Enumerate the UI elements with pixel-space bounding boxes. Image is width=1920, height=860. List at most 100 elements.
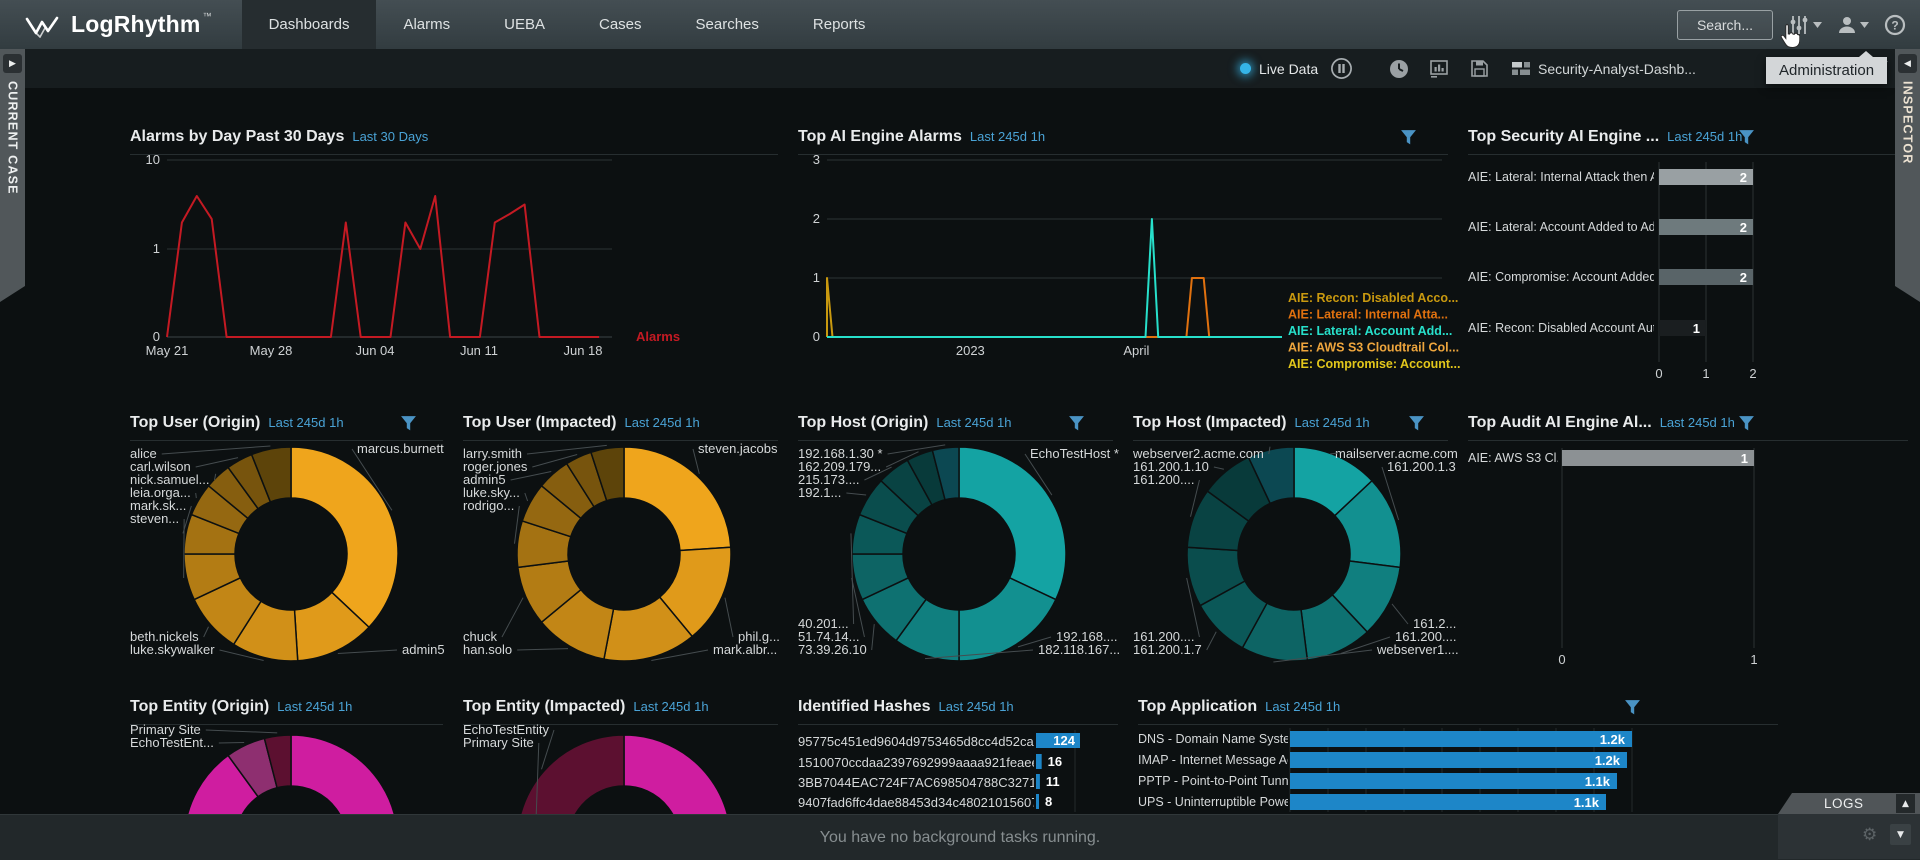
expand-current-case-icon[interactable]: ▶ [3, 54, 22, 73]
bar-category-label: AIE: Lateral: Account Added to Admi... [1468, 220, 1654, 234]
chart-top-host-origin: 192.168.1.30 *162.209.179...215.173....1… [790, 408, 1125, 668]
search-button[interactable]: Search... [1677, 10, 1773, 40]
x-axis-tick: Jun 18 [563, 343, 602, 358]
x-axis-tick: Jun 11 [460, 343, 498, 358]
panel-timerange: Last 245d 1h [268, 415, 343, 430]
bar-value: 2 [1659, 220, 1747, 235]
panel-title: Top AI Engine Alarms [798, 128, 962, 145]
donut-callout-label: steven... [130, 511, 179, 526]
panel-title: Top Audit AI Engine Al... [1468, 414, 1652, 431]
aie-line-series[interactable] [827, 278, 1282, 337]
save-icon [1469, 58, 1490, 79]
panel-top-host-origin: Top Host (Origin)Last 245d 1h 192.168.1.… [790, 408, 1125, 668]
panel-timerange: Last 245d 1h [625, 415, 700, 430]
donut-slice[interactable] [291, 447, 398, 627]
legend-entry[interactable]: AIE: Lateral: Internal Atta... [1288, 308, 1448, 322]
nav-tab-dashboards[interactable]: Dashboards [242, 0, 377, 49]
help-icon[interactable]: ? [1884, 14, 1906, 36]
filter-icon[interactable] [1738, 415, 1755, 432]
donut-callout-label: 182.118.167... [1038, 642, 1120, 657]
callout-line [525, 493, 528, 501]
save-dashboard-button[interactable] [1469, 49, 1490, 88]
alarms-line-series[interactable] [167, 196, 599, 337]
filter-icon[interactable] [1738, 129, 1755, 146]
filter-icon[interactable] [1400, 129, 1417, 146]
panel-timerange: Last 245d 1h [277, 699, 352, 714]
pause-button[interactable] [1330, 49, 1353, 88]
bar-value: 1.1k [1290, 795, 1599, 810]
logo-trademark: ™ [203, 11, 212, 21]
gear-icon[interactable]: ⚙ [1862, 825, 1877, 845]
bar[interactable] [1036, 794, 1039, 809]
bar[interactable] [1036, 774, 1040, 789]
chart-ai-engine-alarms: 32102023AprilAIE: Recon: Disabled Acco..… [790, 122, 1460, 380]
dashboard-name: Security-Analyst-Dashb... [1538, 61, 1696, 77]
x-axis-tick: 2 [1749, 366, 1756, 380]
panel-timerange: Last 30 Days [352, 129, 428, 144]
filter-icon[interactable] [1068, 415, 1085, 432]
logo-text: LogRhythm [71, 11, 201, 37]
panel-top-user-impacted: Top User (Impacted)Last 245d 1h larry.sm… [455, 408, 790, 668]
bar-category-label: AIE: Recon: Disabled Account Auth Fa... [1468, 321, 1654, 335]
hash-label: 95775c451ed9604d9753465d8cc4d52ca1cb58..… [798, 734, 1034, 749]
nav-tab-cases[interactable]: Cases [572, 0, 669, 49]
dashboard-selector[interactable]: Security-Analyst-Dashb... [1512, 49, 1696, 88]
panel-timerange: Last 245d 1h [1660, 415, 1735, 430]
x-axis-tick: April [1123, 343, 1149, 358]
inspector-rail[interactable]: ◀ INSPECTOR [1895, 49, 1920, 302]
bar-category-label: PPTP - Point-to-Point Tunneling Pr... [1138, 774, 1288, 788]
x-axis-tick: 1 [1702, 366, 1709, 380]
nav-tab-alarms[interactable]: Alarms [376, 0, 477, 49]
callout-line [725, 598, 733, 637]
nav-tab-reports[interactable]: Reports [786, 0, 893, 49]
bar[interactable] [1036, 754, 1042, 769]
status-bar: You have no background tasks running. [0, 814, 1920, 860]
chevron-down-icon [1860, 22, 1869, 28]
donut-slice[interactable] [624, 447, 731, 550]
collapse-down-icon[interactable]: ▼ [1890, 824, 1911, 845]
aie-line-series[interactable] [827, 278, 1282, 337]
live-data-toggle[interactable]: Live Data [1240, 49, 1318, 88]
hash-label: 1510070ccdaa2397692999aaaa921feaeedcf0..… [798, 755, 1034, 770]
legend-entry[interactable]: AIE: Compromise: Account... [1288, 357, 1460, 371]
settings-sliders-icon[interactable] [1788, 14, 1822, 36]
expand-inspector-icon[interactable]: ◀ [1898, 54, 1917, 73]
filter-icon[interactable] [400, 415, 417, 432]
panel-top-audit-ai-engine: Top Audit AI Engine Al...Last 245d 1h 01… [1460, 408, 1920, 668]
user-profile-icon[interactable] [1837, 15, 1869, 35]
donut-callout-label: marcus.burnett [357, 441, 444, 456]
y-axis-tick: 1 [813, 270, 820, 285]
bar-value: 1.1k [1290, 774, 1610, 789]
filter-icon[interactable] [1624, 699, 1641, 716]
logs-expand-up-icon[interactable]: ▲ [1896, 794, 1915, 813]
donut-slice[interactable] [959, 447, 1066, 600]
chart-top-host-impacted: webserver2.acme.com161.200.1.10161.200..… [1125, 408, 1460, 668]
callout-line [338, 650, 397, 654]
donut-callout-label: mark.albr... [713, 642, 777, 657]
current-case-rail[interactable]: ▶ CURRENT CASE [0, 49, 25, 302]
bar-value: 8 [1045, 794, 1052, 809]
legend-entry[interactable]: AIE: Recon: Disabled Acco... [1288, 291, 1458, 305]
legend-entry[interactable]: AIE: AWS S3 Cloudtrail Col... [1288, 341, 1459, 355]
pause-icon [1330, 57, 1353, 80]
bar-category-label: DNS - Domain Name System [1138, 732, 1288, 746]
legend-entry[interactable]: AIE: Lateral: Account Add... [1288, 324, 1452, 338]
add-widget-button[interactable] [1428, 49, 1450, 88]
nav-tab-ueba[interactable]: UEBA [477, 0, 572, 49]
panel-timerange: Last 245d 1h [633, 699, 708, 714]
chart-top-user-origin: alicecarl.wilsonnick.samuel...leia.orga.… [122, 408, 455, 668]
current-case-label: CURRENT CASE [6, 81, 20, 195]
y-axis-tick: 10 [146, 152, 160, 167]
top-nav-bar: LogRhythm™ Dashboards Alarms UEBA Cases … [0, 0, 1920, 49]
nav-tab-searches[interactable]: Searches [669, 0, 786, 49]
logrhythm-logo[interactable]: LogRhythm™ [0, 0, 242, 49]
donut-callout-label: admin5 [402, 642, 445, 657]
hash-label: 3BB7044EAC724F7AC698504788C32712 [798, 775, 1034, 790]
chart-alarms-by-day: 1010May 21May 28Jun 04Jun 11Jun 18Alarms [122, 122, 790, 380]
legend-entry[interactable]: Alarms [636, 329, 680, 344]
logs-tab[interactable]: LOGS ▲ [1778, 793, 1920, 814]
callout-line [196, 493, 197, 498]
person-icon [1837, 15, 1857, 35]
filter-icon[interactable] [1408, 415, 1425, 432]
time-range-button[interactable] [1388, 49, 1410, 88]
